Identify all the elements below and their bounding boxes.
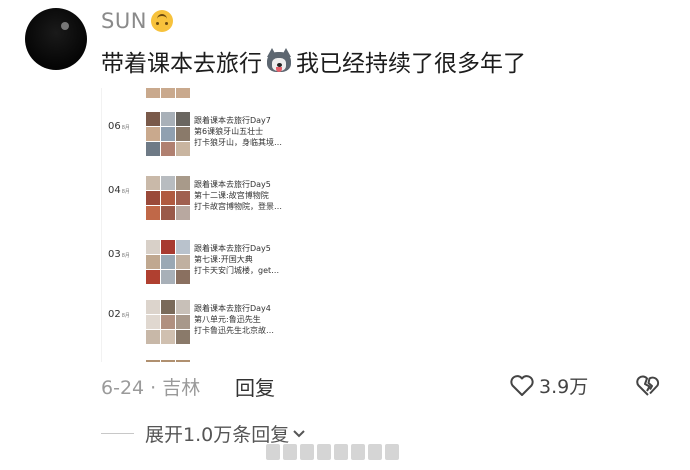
thumbnail xyxy=(146,112,160,126)
husky-dog-icon xyxy=(265,48,293,74)
comment-text: 带着课本去旅行 我已经持续了很多年了 xyxy=(101,44,526,78)
thumbnail xyxy=(161,112,175,126)
upside-down-face-icon xyxy=(150,10,173,32)
thumbnail xyxy=(176,176,190,190)
user-avatar[interactable] xyxy=(25,8,87,70)
screenshot-entry: 048月 跟着课本去旅行Day5 第十二课:故宫博物院打卡故宫博物院，登景… xyxy=(102,176,310,226)
entry-subtitle: 第6课狼牙山五壮士 xyxy=(194,127,264,136)
partial-thumbnail-strip xyxy=(146,88,190,98)
thumbnail xyxy=(176,330,190,344)
entry-month: 8月 xyxy=(121,189,130,195)
entry-day: 04 xyxy=(108,185,121,196)
entry-description: 打卡故宫博物院，登景… xyxy=(194,202,282,211)
thumbnail xyxy=(146,176,160,190)
entry-thumbnails xyxy=(146,112,191,157)
entry-thumbnails xyxy=(146,176,191,221)
username[interactable]: SUN xyxy=(101,9,173,33)
entry-day: 03 xyxy=(108,249,121,260)
watermark xyxy=(266,441,402,463)
thumbnail xyxy=(146,142,160,156)
comment-date: 6-24 xyxy=(101,377,145,399)
entry-day: 06 xyxy=(108,121,121,132)
thumbnail xyxy=(176,255,190,269)
entry-subtitle: 第十二课:故宫博物院 xyxy=(194,191,269,200)
partial-thumbnail-strip-bottom xyxy=(146,360,190,362)
entry-date: 028月 xyxy=(108,309,130,320)
attached-screenshot-image[interactable]: 068月 跟着课本去旅行Day7 第6课狼牙山五壮士 打卡狼牙山，身临其境… 048月跟… xyxy=(101,88,310,362)
entry-month: 8月 xyxy=(121,125,130,131)
like-count: 3.9万 xyxy=(539,376,589,398)
heart-outline-icon xyxy=(510,374,534,396)
chevron-down-icon xyxy=(293,429,305,437)
entry-description: 打卡天安门城楼，get… xyxy=(194,266,280,275)
entry-thumbnails xyxy=(146,300,191,345)
expand-divider xyxy=(101,433,134,434)
thumbnail xyxy=(161,300,175,314)
screenshot-entry: 038月 跟着课本去旅行Day5 第七课:开国大典打卡天安门城楼，get… xyxy=(102,240,310,290)
thumbnail xyxy=(176,112,190,126)
username-text: SUN xyxy=(101,9,147,33)
thumbnail xyxy=(146,255,160,269)
entry-title: 跟着课本去旅行Day7 xyxy=(194,116,271,125)
meta-separator: · xyxy=(150,377,157,399)
comment-location: 吉林 xyxy=(162,377,201,399)
comment-meta: 6-24 · 吉林 xyxy=(101,373,200,400)
comment-text-part-1: 带着课本去旅行 xyxy=(101,51,262,77)
thumbnail xyxy=(176,142,190,156)
thumbnail xyxy=(146,206,160,220)
like-button[interactable]: 3.9万 xyxy=(509,372,588,399)
avatar-moon xyxy=(61,22,69,30)
thumbnail xyxy=(146,300,160,314)
entry-title: 跟着课本去旅行Day4 xyxy=(194,304,271,313)
thumbnail xyxy=(176,315,190,329)
entry-subtitle: 第八单元:鲁迅先生 xyxy=(194,315,261,324)
screenshot-entry: 068月 跟着课本去旅行Day7 第6课狼牙山五壮士打卡狼牙山，身临其境… xyxy=(102,112,310,162)
thumbnail xyxy=(161,176,175,190)
thumbnail xyxy=(146,191,160,205)
screenshot-entry: 028月 跟着课本去旅行Day4 第八单元:鲁迅先生打卡鲁迅先生北京故… xyxy=(102,300,310,350)
thumbnail xyxy=(146,240,160,254)
entry-date: 048月 xyxy=(108,185,130,196)
thumbnail xyxy=(161,206,175,220)
thumbnail xyxy=(161,330,175,344)
entry-title: 跟着课本去旅行Day5 xyxy=(194,180,271,189)
entry-subtitle: 第七课:开国大典 xyxy=(194,255,253,264)
thumbnail xyxy=(161,142,175,156)
entry-description: 打卡鲁迅先生北京故… xyxy=(194,326,274,335)
entry-description: 打卡狼牙山，身临其境… xyxy=(194,138,282,147)
entry-day: 02 xyxy=(108,309,121,320)
thumbnail xyxy=(176,300,190,314)
entry-date: 068月 xyxy=(108,121,130,132)
thumbnail xyxy=(146,270,160,284)
reply-button[interactable]: 回复 xyxy=(235,372,275,401)
thumbnail xyxy=(146,127,160,141)
thumbnail xyxy=(176,206,190,220)
thumbnail xyxy=(161,315,175,329)
thumbnail xyxy=(176,127,190,141)
thumbnail xyxy=(176,240,190,254)
entry-month: 8月 xyxy=(121,313,130,319)
entry-month: 8月 xyxy=(121,253,130,259)
thumbnail xyxy=(161,191,175,205)
comment-text-part-2: 我已经持续了很多年了 xyxy=(296,51,526,77)
thumbnail xyxy=(161,255,175,269)
entry-title: 跟着课本去旅行Day5 xyxy=(194,244,271,253)
dislike-button[interactable] xyxy=(634,374,662,402)
thumbnail xyxy=(146,330,160,344)
entry-date: 038月 xyxy=(108,249,130,260)
thumbnail xyxy=(146,315,160,329)
thumbnail xyxy=(176,191,190,205)
thumbnail xyxy=(161,270,175,284)
thumbnail xyxy=(161,240,175,254)
broken-heart-icon xyxy=(636,375,660,396)
thumbnail xyxy=(176,270,190,284)
entry-thumbnails xyxy=(146,240,191,285)
thumbnail xyxy=(161,127,175,141)
